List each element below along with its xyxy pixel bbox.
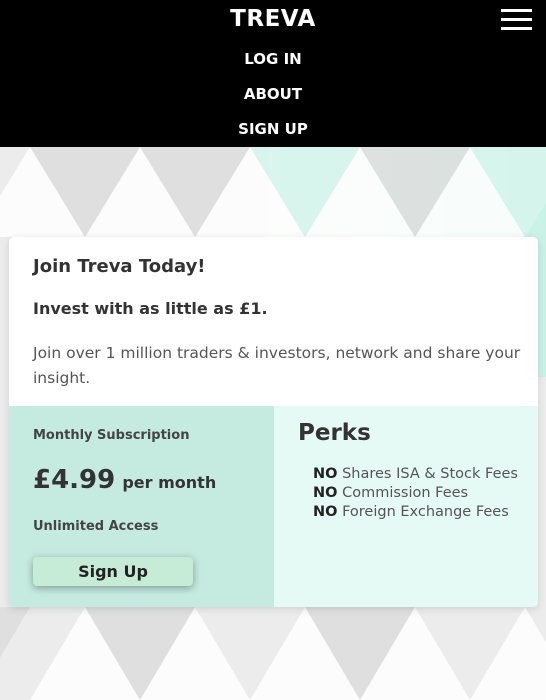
perk-prefix: NO: [313, 466, 338, 482]
perk-item: NO Commission Fees: [313, 484, 518, 503]
card-subtitle: Invest with as little as £1.: [33, 299, 268, 318]
perk-item: NO Foreign Exchange Fees: [313, 503, 518, 522]
price-value: £4.99: [33, 465, 116, 495]
nav-about-link[interactable]: ABOUT: [0, 85, 546, 103]
subscription-panel: Monthly Subscription £4.99 per month Unl…: [9, 406, 274, 607]
brand-logo[interactable]: TREVA: [0, 6, 546, 32]
perk-text: Commission Fees: [342, 485, 469, 501]
top-navigation: TREVA LOG IN ABOUT SIGN UP: [0, 0, 546, 147]
perk-prefix: NO: [313, 504, 338, 520]
nav-signup-link[interactable]: SIGN UP: [0, 120, 546, 138]
hamburger-menu-icon[interactable]: [501, 9, 532, 31]
nav-login-link[interactable]: LOG IN: [0, 50, 546, 68]
plan-label: Monthly Subscription: [33, 428, 190, 443]
sign-up-button[interactable]: Sign Up: [33, 557, 193, 586]
perks-panel: Perks NO Shares ISA & Stock Fees NO Comm…: [274, 406, 538, 607]
card-description: Join over 1 million traders & investors,…: [33, 344, 521, 387]
perks-list: NO Shares ISA & Stock Fees NO Commission…: [313, 465, 518, 522]
perk-item: NO Shares ISA & Stock Fees: [313, 465, 518, 484]
perks-title: Perks: [298, 420, 371, 446]
card-title: Join Treva Today!: [33, 256, 206, 277]
access-label: Unlimited Access: [33, 519, 159, 534]
perk-prefix: NO: [313, 485, 338, 501]
perk-text: Shares ISA & Stock Fees: [342, 466, 518, 482]
signup-card: Join Treva Today! Invest with as little …: [9, 237, 538, 607]
price-period: per month: [122, 473, 217, 492]
perk-text: Foreign Exchange Fees: [342, 504, 509, 520]
price-row: £4.99 per month: [33, 465, 216, 495]
